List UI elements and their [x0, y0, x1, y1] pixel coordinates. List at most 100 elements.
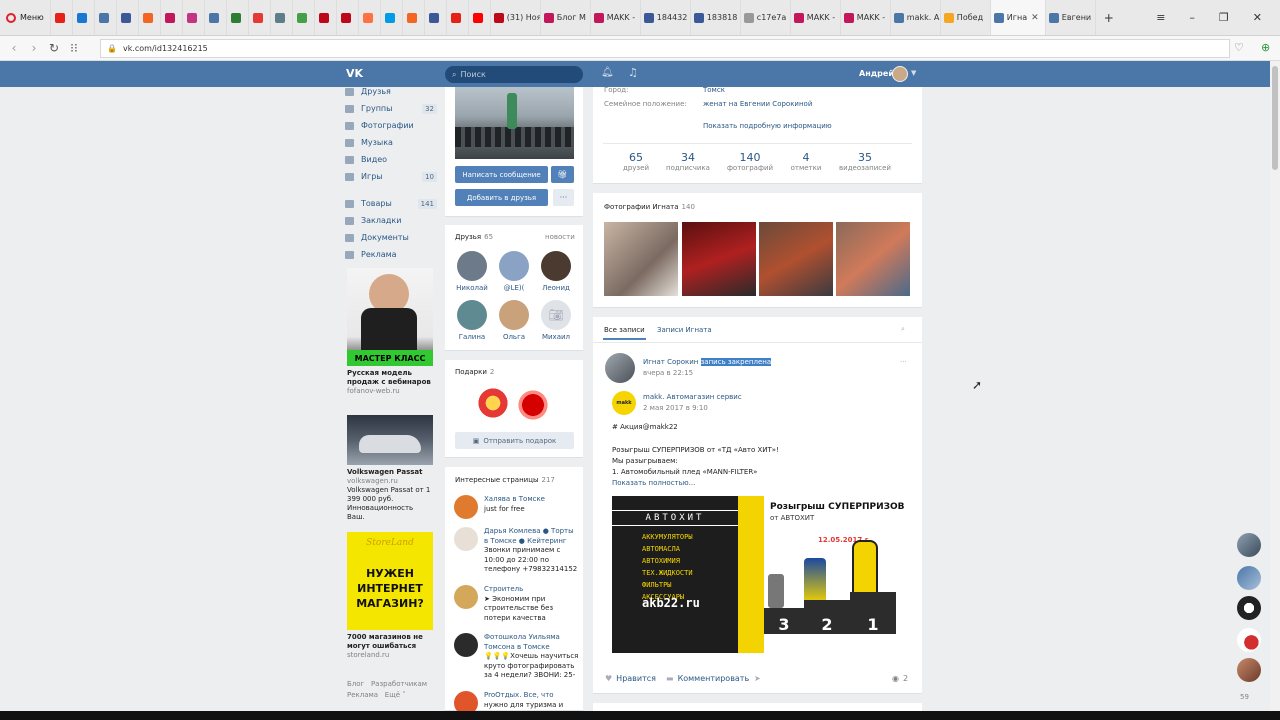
browser-tab[interactable]: makk. А	[889, 0, 940, 35]
download-icon[interactable]: ⊕	[1261, 41, 1270, 54]
more-actions-button[interactable]: ···	[553, 189, 574, 206]
browser-tab[interactable]	[423, 0, 446, 35]
sidebar-item[interactable]: Закладки	[345, 212, 437, 229]
chevron-down-icon[interactable]: ▼	[911, 69, 916, 77]
browser-tab[interactable]	[269, 0, 292, 35]
browser-tab[interactable]	[335, 0, 358, 35]
page-avatar[interactable]	[454, 527, 478, 551]
friend-name[interactable]: Галина	[452, 333, 492, 341]
page-name[interactable]: ProОтдых. Все, что	[484, 691, 563, 701]
friend-name[interactable]: Михаил	[536, 333, 576, 341]
page-avatar[interactable]	[454, 633, 478, 657]
post-options-icon[interactable]: ···	[900, 358, 907, 366]
photo-thumb[interactable]	[604, 222, 678, 296]
browser-tab[interactable]	[247, 0, 270, 35]
friend-name[interactable]: @LE)(	[494, 284, 534, 292]
send-gift-button[interactable]: ▣ Отправить подарок	[455, 432, 574, 449]
speed-dial-icon[interactable]: ⁝⁝	[64, 41, 84, 55]
browser-tab[interactable]	[467, 0, 490, 35]
browser-tab[interactable]: MAKK -	[839, 0, 890, 35]
show-more-info-link[interactable]: Показать подробную информацию	[703, 122, 832, 130]
heart-icon[interactable]: ♡	[1234, 41, 1244, 54]
friend-item[interactable]: Ольга	[494, 300, 534, 341]
camera-icon[interactable]: 📷︎	[541, 300, 571, 330]
send-message-button[interactable]: Написать сообщение	[455, 166, 548, 183]
close-tab-icon[interactable]: ✕	[1031, 13, 1039, 23]
repost-avatar[interactable]: makk	[612, 391, 636, 415]
browser-tab[interactable]: Блог М	[539, 0, 590, 35]
vk-search-input[interactable]: ⌕ Поиск	[445, 66, 583, 83]
photo-thumb[interactable]	[682, 222, 756, 296]
repost-author[interactable]: makk. Автомагазин сервис	[643, 393, 742, 401]
browser-tab[interactable]	[93, 0, 116, 35]
gift-medal-icon[interactable]	[476, 386, 510, 420]
pages-header[interactable]: Интересные страницы 217	[455, 476, 555, 484]
browser-tab[interactable]	[379, 0, 402, 35]
post-time[interactable]: вчера в 22:15	[643, 369, 693, 377]
header-avatar[interactable]	[892, 66, 908, 82]
browser-tab[interactable]	[159, 0, 182, 35]
ad-title[interactable]: Volkswagen Passat	[347, 468, 433, 477]
browser-tab[interactable]	[137, 0, 160, 35]
page-name[interactable]: Строитель	[484, 585, 579, 595]
sidebar-item[interactable]: Друзья	[345, 83, 437, 100]
comment-button[interactable]: ▬ Комментировать	[666, 674, 749, 683]
chat-friend-avatar[interactable]	[1237, 596, 1261, 620]
page-name[interactable]: Халява в Томске	[484, 495, 545, 505]
friend-name[interactable]: Ольга	[494, 333, 534, 341]
browser-tab[interactable]	[115, 0, 138, 35]
page-avatar[interactable]	[454, 495, 478, 519]
search-icon[interactable]: ⌕	[901, 325, 905, 334]
post-image[interactable]: АВТОХИТ АККУМУЛЯТОРЫ АВТОМАСЛА АВТОХИМИЯ ТЕ…	[612, 496, 910, 653]
browser-tab[interactable]	[49, 0, 72, 35]
notifications-bell-icon[interactable]: 🔔︎	[601, 67, 614, 78]
gift-icon[interactable]: 🎁︎	[551, 166, 574, 183]
footer-blog[interactable]: Блог	[347, 680, 364, 688]
show-full-link[interactable]: Показать полностью...	[612, 478, 695, 489]
browser-tab[interactable]: Евгени	[1044, 0, 1095, 35]
browser-tab[interactable]	[445, 0, 468, 35]
post-author-avatar[interactable]	[605, 353, 635, 383]
browser-tab[interactable]	[357, 0, 380, 35]
tab-own-posts[interactable]: Записи Игната	[657, 326, 712, 334]
ad-image[interactable]: МАСТЕР КЛАСС	[347, 268, 433, 366]
music-icon[interactable]: ♫	[628, 66, 638, 79]
friend-item[interactable]: 📷︎ Михаил	[536, 300, 576, 341]
ad-image[interactable]: StoreLand НУЖЕН ИНТЕРНЕТ МАГАЗИН?	[347, 532, 433, 630]
chat-friend-avatar[interactable]	[1237, 658, 1261, 682]
sidebar-item[interactable]: Музыка	[345, 134, 437, 151]
profile-counter[interactable]: 34 подписчика	[658, 151, 718, 172]
interesting-page-item[interactable]: Строитель ➤ Экономим при строительстве бе…	[454, 585, 579, 623]
browser-tab-active[interactable]: Игна ✕	[989, 0, 1045, 35]
add-friend-button[interactable]: Добавить в друзья	[455, 189, 548, 206]
chat-friend-avatar[interactable]	[1237, 533, 1261, 557]
interesting-page-item[interactable]: Фотошкола Уильяма Томсона в Томске 💡💡💡Хоч…	[454, 633, 579, 681]
vk-logo[interactable]: VK	[346, 67, 363, 80]
friend-avatar[interactable]	[499, 251, 529, 281]
photo-thumb[interactable]	[836, 222, 910, 296]
chat-friend-avatar[interactable]	[1237, 566, 1261, 590]
gift-lips-icon[interactable]	[516, 388, 550, 422]
post-author[interactable]: Игнат Сорокин	[643, 358, 698, 366]
friend-item[interactable]: Галина	[452, 300, 492, 341]
ad-volkswagen[interactable]: Volkswagen Passat volkswagen.ru Volkswag…	[347, 415, 433, 522]
page-avatar[interactable]	[454, 585, 478, 609]
interesting-page-item[interactable]: Халява в Томске just for free	[454, 495, 579, 519]
sidebar-item[interactable]: Игры 10	[345, 168, 437, 185]
browser-tab[interactable]: MAKK -	[589, 0, 640, 35]
header-user-name[interactable]: Андрей	[859, 69, 894, 78]
browser-tab[interactable]: 184432	[639, 0, 690, 35]
friends-header[interactable]: Друзья 65	[455, 233, 493, 241]
page-name[interactable]: Дарья Комлева ● Торты в Томске ● Кейтери…	[484, 527, 579, 546]
footer-ads[interactable]: Реклама	[347, 691, 378, 699]
opera-menu-button[interactable]: Меню	[0, 0, 50, 35]
browser-tab[interactable]: Побед	[939, 0, 990, 35]
share-icon[interactable]: ➤	[754, 674, 761, 683]
browser-tab[interactable]: (31) Ноя	[489, 0, 541, 35]
browser-tab[interactable]: 183818	[689, 0, 740, 35]
browser-tab[interactable]: c17e7a	[739, 0, 790, 35]
interesting-page-item[interactable]: Дарья Комлева ● Торты в Томске ● Кейтери…	[454, 527, 579, 575]
ad-storeland[interactable]: StoreLand НУЖЕН ИНТЕРНЕТ МАГАЗИН? 7000 м…	[347, 532, 433, 660]
scrollbar-thumb[interactable]	[1272, 66, 1278, 170]
photos-header[interactable]: Фотографии Игната 140	[604, 203, 695, 211]
